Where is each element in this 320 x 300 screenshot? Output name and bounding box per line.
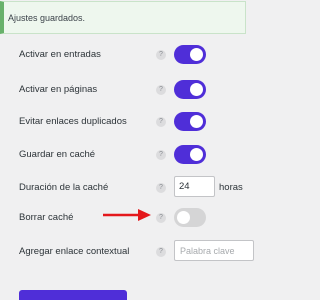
toggle-knob (190, 48, 203, 61)
setting-label-cache: Guardar en caché (19, 149, 96, 160)
help-icon[interactable]: ? (156, 150, 166, 160)
keyword-input[interactable] (174, 240, 254, 261)
cache-duration-unit: horas (219, 182, 243, 193)
help-icon[interactable]: ? (156, 117, 166, 127)
setting-label-duplicates: Evitar enlaces duplicados (19, 116, 127, 127)
setting-row-posts: Activar en entradas ? (0, 43, 246, 67)
notice-text: Ajustes guardados. (8, 13, 86, 23)
cache-duration-input[interactable] (174, 176, 215, 197)
settings-page: Ajustes guardados. Activar en entradas ?… (0, 0, 254, 300)
setting-label-clear-cache: Borrar caché (19, 212, 74, 223)
toggle-knob (190, 115, 203, 128)
toggle-knob (177, 211, 190, 224)
setting-row-duplicates: Evitar enlaces duplicados ? (0, 110, 246, 134)
toggle-posts[interactable] (174, 45, 206, 64)
setting-row-cache-duration: Duración de la caché ? horas (0, 176, 246, 200)
help-icon[interactable]: ? (156, 183, 166, 193)
success-notice: Ajustes guardados. (0, 1, 246, 34)
toggle-knob (190, 83, 203, 96)
save-button[interactable] (19, 290, 127, 300)
setting-label-posts: Activar en entradas (19, 49, 101, 60)
setting-label-cache-duration: Duración de la caché (19, 182, 109, 193)
setting-row-cache: Guardar en caché ? (0, 143, 246, 167)
help-icon[interactable]: ? (156, 85, 166, 95)
setting-label-contextual-link: Agregar enlace contextual (19, 246, 130, 257)
setting-row-pages: Activar en páginas ? (0, 78, 246, 102)
toggle-knob (190, 148, 203, 161)
setting-row-contextual-link: Agregar enlace contextual ? (0, 240, 254, 264)
toggle-pages[interactable] (174, 80, 206, 99)
help-icon[interactable]: ? (156, 213, 166, 223)
toggle-duplicates[interactable] (174, 112, 206, 131)
toggle-cache[interactable] (174, 145, 206, 164)
toggle-clear-cache[interactable] (174, 208, 206, 227)
help-icon[interactable]: ? (156, 50, 166, 60)
setting-label-pages: Activar en páginas (19, 84, 98, 95)
help-icon[interactable]: ? (156, 247, 166, 257)
red-arrow-icon (103, 209, 151, 221)
